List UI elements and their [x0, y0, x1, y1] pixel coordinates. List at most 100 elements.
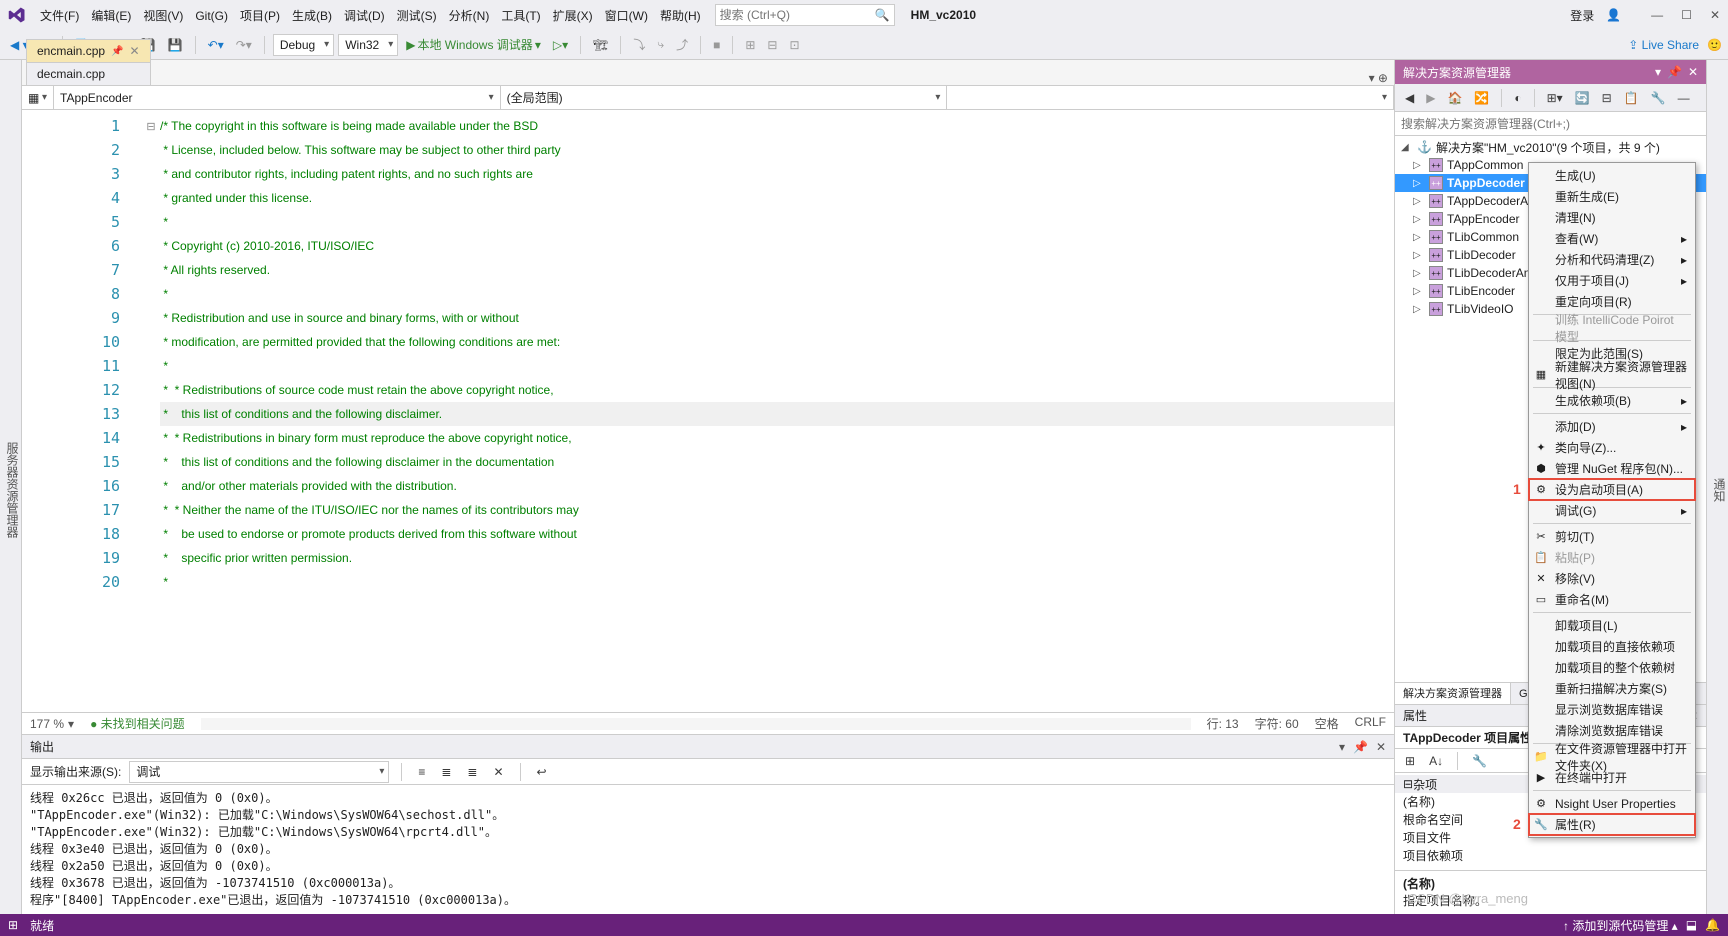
panel-pin-icon[interactable]: 📌	[1667, 65, 1682, 79]
context-menu-item[interactable]: 重新扫描解决方案(S)	[1529, 678, 1695, 699]
tab-overflow-icon[interactable]: ▾ ⊕	[1363, 71, 1394, 85]
solution-search-input[interactable]	[1395, 112, 1706, 135]
issues-indicator[interactable]: ● 未找到相关问题	[90, 715, 185, 732]
context-menu-item[interactable]: 重定向项目(R)	[1529, 291, 1695, 312]
tab-solution-explorer[interactable]: 解决方案资源管理器	[1395, 683, 1511, 704]
context-menu-item[interactable]: ▦新建解决方案资源管理器视图(N)	[1529, 364, 1695, 385]
eol-indicator[interactable]: CRLF	[1355, 715, 1386, 732]
se-showall-icon[interactable]: ⊞▾	[1543, 89, 1567, 107]
output-source-combo[interactable]: 调试	[129, 761, 389, 783]
maximize-button[interactable]: ☐	[1681, 8, 1692, 22]
project-context-menu[interactable]: 生成(U)重新生成(E)清理(N)查看(W)▸分析和代码清理(Z)▸仅用于项目(…	[1528, 162, 1696, 838]
se-fwd-icon[interactable]: ▶	[1422, 89, 1439, 107]
menu-文件(F)[interactable]: 文件(F)	[34, 5, 85, 27]
user-icon[interactable]: 👤	[1606, 8, 1621, 22]
context-menu-item[interactable]: 卸载项目(L)	[1529, 615, 1695, 636]
build-button[interactable]: 🏗	[589, 36, 612, 54]
context-menu-item[interactable]: 📁在文件资源管理器中打开文件夹(X)	[1529, 746, 1695, 767]
solution-root[interactable]: ◢⚓ 解决方案"HM_vc2010"(9 个项目，共 9 个)	[1395, 138, 1706, 156]
start-debug-button[interactable]: ▶ 本地 Windows 调试器 ▾	[402, 34, 545, 55]
right-sidebar-tabs[interactable]: 通知	[1706, 60, 1728, 914]
se-view-icon[interactable]: ◐	[1510, 89, 1525, 107]
pin-icon[interactable]: 📌	[111, 46, 123, 57]
step-out-button[interactable]: ⤴	[672, 34, 692, 55]
context-menu-item[interactable]: ▭重命名(M)	[1529, 589, 1695, 610]
context-menu-item[interactable]: ✂剪切(T)	[1529, 526, 1695, 547]
output-goto-button[interactable]: ≡	[414, 763, 429, 781]
panel-dropdown-icon[interactable]: ▾	[1339, 740, 1345, 754]
editor-tab[interactable]: decmain.cpp	[26, 62, 151, 85]
platform-combo[interactable]: Win32	[338, 34, 398, 56]
se-collapse-icon[interactable]: ⊟	[1598, 89, 1616, 107]
status-grid-icon[interactable]: ⊞	[8, 918, 18, 932]
se-prop-icon[interactable]: 🔧	[1647, 89, 1670, 107]
menu-测试(S)[interactable]: 测试(S)	[391, 5, 443, 27]
menu-帮助(H)[interactable]: 帮助(H)	[654, 5, 707, 27]
menu-窗口(W)[interactable]: 窗口(W)	[599, 5, 654, 27]
se-copy-icon[interactable]: 📋	[1620, 89, 1643, 107]
char-indicator[interactable]: 字符: 60	[1255, 715, 1299, 732]
output-wrap-button[interactable]: ↩	[533, 763, 551, 781]
context-menu-item[interactable]: 生成(U)	[1529, 165, 1695, 186]
se-back-icon[interactable]: ◀	[1401, 89, 1418, 107]
context-menu-item[interactable]: 分析和代码清理(Z)▸	[1529, 249, 1695, 270]
misc2-button[interactable]: ⊟	[763, 36, 781, 54]
context-menu-item[interactable]: ⚙Nsight User Properties	[1529, 793, 1695, 814]
menu-生成(B)[interactable]: 生成(B)	[286, 5, 338, 27]
login-link[interactable]: 登录	[1570, 7, 1594, 24]
props-az-icon[interactable]: A↓	[1425, 752, 1447, 770]
close-icon[interactable]: ✕	[130, 44, 140, 58]
context-menu-item[interactable]: 加载项目的整个依赖树	[1529, 657, 1695, 678]
menu-Git(G)[interactable]: Git(G)	[189, 5, 234, 27]
context-menu-item[interactable]: 仅用于项目(J)▸	[1529, 270, 1695, 291]
se-switch-icon[interactable]: 🔀	[1470, 89, 1493, 107]
global-search[interactable]: 🔍	[715, 4, 895, 26]
misc1-button[interactable]: ⊞	[741, 36, 759, 54]
config-combo[interactable]: Debug	[273, 34, 334, 56]
output-clear-button[interactable]: ✕	[489, 763, 507, 781]
live-share-button[interactable]: ⇪ Live Share	[1628, 38, 1699, 52]
property-row[interactable]: 项目依赖项	[1395, 847, 1706, 865]
context-menu-item[interactable]: 清除浏览数据库错误	[1529, 720, 1695, 741]
save-all-button[interactable]: 💾	[164, 36, 187, 54]
context-menu-item[interactable]: ▶在终端中打开	[1529, 767, 1695, 788]
context-menu-item[interactable]: ⚙设为启动项目(A)1	[1529, 479, 1695, 500]
context-menu-item[interactable]: ✦类向导(Z)...	[1529, 437, 1695, 458]
indent-indicator[interactable]: 空格	[1315, 715, 1339, 732]
output-text[interactable]: 线程 0x26cc 已退出，返回值为 0 (0x0)。 "TAppEncoder…	[22, 785, 1394, 914]
feedback-icon[interactable]: 🙂	[1707, 38, 1722, 52]
panel-pin-icon[interactable]: 📌	[1353, 740, 1368, 754]
zoom-combo[interactable]: 177 % ▾	[30, 717, 74, 731]
menu-编辑(E)[interactable]: 编辑(E)	[85, 5, 137, 27]
stop-button[interactable]: ■	[709, 36, 724, 54]
props-wrench-icon[interactable]: 🔧	[1468, 752, 1491, 770]
context-menu-item[interactable]: 查看(W)▸	[1529, 228, 1695, 249]
panel-close-icon[interactable]: ✕	[1376, 740, 1386, 754]
nav-scope-combo[interactable]: TAppEncoder	[54, 86, 501, 109]
se-refresh-icon[interactable]: 🔄	[1571, 89, 1594, 107]
nav-member-combo[interactable]: (全局范围)	[501, 86, 948, 109]
nav-extra-combo[interactable]	[947, 86, 1394, 109]
line-indicator[interactable]: 行: 13	[1207, 715, 1239, 732]
context-menu-item[interactable]: 🔧属性(R)2	[1529, 814, 1695, 835]
step-into-button[interactable]: ⤷	[653, 35, 668, 54]
menu-视图(V)[interactable]: 视图(V)	[137, 5, 189, 27]
status-repo-icon[interactable]: ⬓	[1686, 918, 1697, 932]
context-menu-item[interactable]: 显示浏览数据库错误	[1529, 699, 1695, 720]
h-scrollbar[interactable]	[201, 718, 1191, 730]
misc3-button[interactable]: ⊡	[785, 36, 803, 54]
context-menu-item[interactable]: 加载项目的直接依赖项	[1529, 636, 1695, 657]
panel-dd-icon[interactable]: ▾	[1655, 65, 1661, 79]
nav-project-icon[interactable]: ▦	[22, 86, 54, 109]
debug-target-button[interactable]: ▷▾	[549, 36, 572, 54]
editor-tab[interactable]: encmain.cpp📌✕	[26, 39, 151, 62]
undo-button[interactable]: ↶▾	[204, 36, 228, 54]
output-next-button[interactable]: ≣	[463, 763, 481, 781]
se-preview-icon[interactable]: —	[1674, 89, 1694, 107]
search-input[interactable]	[720, 8, 875, 22]
add-source-control[interactable]: ↑ 添加到源代码管理 ▴	[1563, 917, 1678, 934]
output-prev-button[interactable]: ≣	[437, 763, 455, 781]
notifications-icon[interactable]: 🔔	[1705, 918, 1720, 932]
menu-扩展(X)[interactable]: 扩展(X)	[547, 5, 599, 27]
left-sidebar-tabs[interactable]: 服务器资源管理器 工具箱	[0, 60, 22, 914]
